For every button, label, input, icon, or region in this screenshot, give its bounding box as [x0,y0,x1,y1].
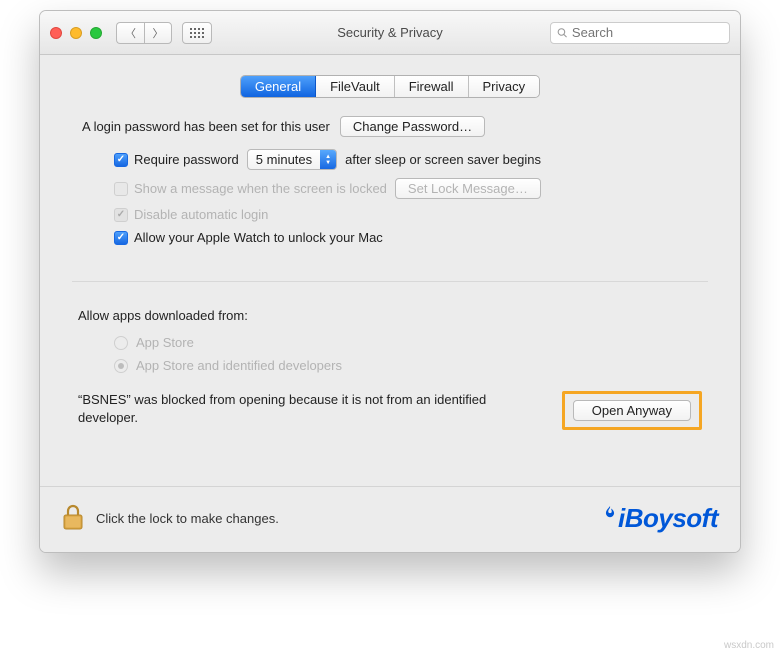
lock-button[interactable] [62,503,84,534]
zoom-icon[interactable] [90,27,102,39]
tab-general[interactable]: General [241,76,316,97]
blocked-app-message: “BSNES” was blocked from opening because… [78,391,550,426]
radio-identified-developers-label: App Store and identified developers [136,358,342,373]
grid-icon [190,28,204,38]
nav-buttons: 〈 〉 [116,22,172,44]
search-icon [557,27,568,39]
divider [72,281,708,282]
radio-identified-developers [114,359,128,373]
set-lock-message-button: Set Lock Message… [395,178,541,199]
preferences-window: 〈 〉 Security & Privacy General FileVault [39,10,741,553]
titlebar: 〈 〉 Security & Privacy [40,11,740,55]
require-password-suffix: after sleep or screen saver begins [345,152,541,167]
watermark: wsxdn.com [724,640,774,651]
gatekeeper-section: Allow apps downloaded from: App Store Ap… [68,308,712,438]
tab-filevault[interactable]: FileVault [316,76,395,97]
select-arrows-icon: ▲▼ [320,150,336,169]
gatekeeper-heading: Allow apps downloaded from: [78,308,702,323]
minimize-icon[interactable] [70,27,82,39]
show-message-checkbox [114,182,128,196]
chevron-right-icon: 〉 [153,25,164,41]
login-password-section: A login password has been set for this u… [68,116,712,281]
tab-firewall[interactable]: Firewall [395,76,469,97]
require-password-checkbox[interactable]: ✓ [114,153,128,167]
open-anyway-button[interactable]: Open Anyway [573,400,691,421]
show-all-button[interactable] [182,22,212,44]
forward-button[interactable]: 〉 [144,22,172,44]
change-password-button[interactable]: Change Password… [340,116,485,137]
content: General FileVault Firewall Privacy A log… [40,55,740,486]
require-password-delay-select[interactable]: 5 minutes ▲▼ [247,149,337,170]
tab-privacy[interactable]: Privacy [469,76,540,97]
tab-bar: General FileVault Firewall Privacy [68,75,712,98]
radio-app-store [114,336,128,350]
apple-watch-checkbox[interactable]: ✓ [114,231,128,245]
brand-logo: iBoysoft [603,503,718,534]
disable-auto-login-label: Disable automatic login [134,207,268,222]
radio-app-store-label: App Store [136,335,194,350]
disable-auto-login-checkbox: ✓ [114,208,128,222]
flame-icon [603,505,617,519]
search-input[interactable] [572,25,723,40]
apple-watch-label: Allow your Apple Watch to unlock your Ma… [134,230,383,245]
search-field[interactable] [550,22,730,44]
close-icon[interactable] [50,27,62,39]
show-message-label: Show a message when the screen is locked [134,181,387,196]
require-password-label: Require password [134,152,239,167]
back-button[interactable]: 〈 [116,22,144,44]
lock-icon [62,503,84,531]
traffic-lights [50,27,102,39]
footer: Click the lock to make changes. iBoysoft [40,486,740,552]
require-password-delay-value: 5 minutes [248,152,320,167]
login-password-label: A login password has been set for this u… [82,119,330,134]
lock-message: Click the lock to make changes. [96,511,279,526]
open-anyway-highlight: Open Anyway [562,391,702,430]
chevron-left-icon: 〈 [125,25,136,41]
